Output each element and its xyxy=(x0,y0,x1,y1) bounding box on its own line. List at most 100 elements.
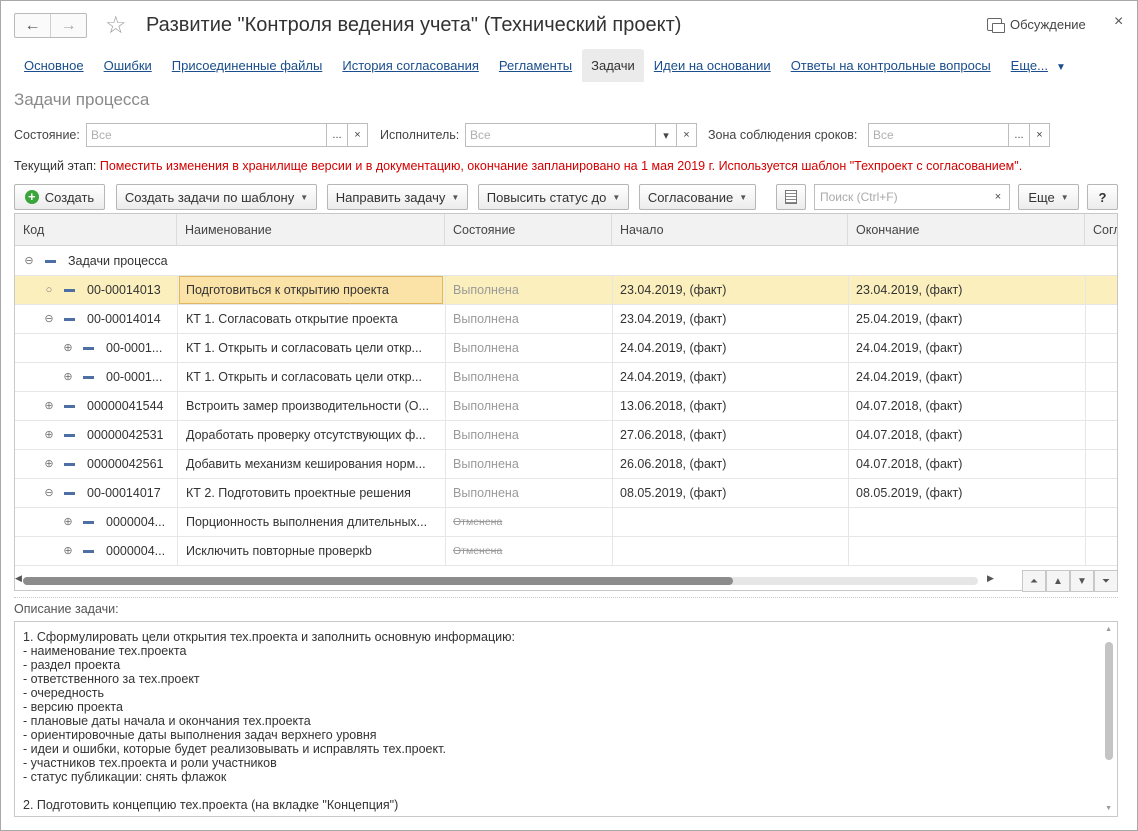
column-header-end[interactable]: Окончание xyxy=(848,214,1085,246)
task-status: Выполнена xyxy=(453,428,519,442)
expand-icon[interactable]: ⊕ xyxy=(43,421,55,449)
create-by-template-button[interactable]: Создать задачи по шаблону ▼ xyxy=(116,184,317,210)
more-button[interactable]: Еще ▼ xyxy=(1018,184,1079,210)
column-divider xyxy=(612,421,613,450)
state-filter-clear-icon[interactable]: × xyxy=(347,123,368,147)
move-last-icon[interactable]: ⏷ xyxy=(1094,570,1118,592)
horizontal-scrollbar[interactable] xyxy=(23,577,978,585)
executor-filter-dropdown-icon[interactable]: ▾ xyxy=(656,123,677,147)
task-name[interactable]: КТ 1. Согласовать открытие проекта xyxy=(186,305,438,333)
task-name[interactable]: Подготовиться к открытию проекта xyxy=(179,276,443,304)
tab-ideas[interactable]: Идеи на основании xyxy=(644,49,781,82)
table-row[interactable]: ⊖ 00-00014017 КТ 2. Подготовить проектные … xyxy=(15,479,1117,508)
dropdown-arrow-icon: ▼ xyxy=(612,192,621,202)
deadline-zone-clear-icon[interactable]: × xyxy=(1029,123,1050,147)
tab-errors[interactable]: Ошибки xyxy=(94,49,162,82)
task-marker-icon xyxy=(83,550,94,553)
deadline-zone-select-button[interactable]: ... xyxy=(1009,123,1030,147)
list-icon xyxy=(785,190,797,204)
search-clear-icon[interactable]: × xyxy=(987,185,1009,209)
dropdown-arrow-icon: ▼ xyxy=(451,192,460,202)
tab-approval-history[interactable]: История согласования xyxy=(332,49,489,82)
tab-regulations[interactable]: Регламенты xyxy=(489,49,582,82)
table-row[interactable]: ⊕ 0000004... Порционность выполнения длите… xyxy=(15,508,1117,537)
task-name[interactable]: Порционность выполнения длительных... xyxy=(186,508,438,536)
tab-attached-files[interactable]: Присоединенные файлы xyxy=(162,49,333,82)
column-header-status[interactable]: Состояние xyxy=(445,214,612,246)
column-header-start[interactable]: Начало xyxy=(612,214,848,246)
collapse-icon[interactable]: ⊖ xyxy=(43,479,55,507)
expand-icon[interactable]: ⊕ xyxy=(43,392,55,420)
vertical-scroll-thumb[interactable] xyxy=(1105,642,1113,760)
table-row[interactable]: ⊕ 00000041544 Встроить замер производитель… xyxy=(15,392,1117,421)
table-row[interactable]: ⊕ 00-0001... КТ 1. Открыть и согласовать ц… xyxy=(15,334,1117,363)
expand-icon[interactable]: ⊕ xyxy=(62,508,74,536)
task-name[interactable]: КТ 2. Подготовить проектные решения xyxy=(186,479,438,507)
expand-icon[interactable]: ⊕ xyxy=(62,363,74,391)
table-row[interactable]: ⊖ 00-00014014 КТ 1. Согласовать открытие п… xyxy=(15,305,1117,334)
task-name[interactable]: Исключить повторные проверкb xyxy=(186,537,438,565)
task-name[interactable]: Доработать проверку отсутствующих ф... xyxy=(186,421,438,449)
horizontal-scroll-thumb[interactable] xyxy=(23,577,733,585)
move-first-icon[interactable]: ⏶ xyxy=(1022,570,1046,592)
collapse-icon[interactable]: ⊖ xyxy=(43,305,55,333)
task-start: 24.04.2019, (факт) xyxy=(620,341,727,355)
tab-more-label: Еще... xyxy=(1010,58,1048,73)
task-end: 25.04.2019, (факт) xyxy=(856,312,963,326)
tab-control-answers[interactable]: Ответы на контрольные вопросы xyxy=(781,49,1001,82)
table-row[interactable]: ⊕ 00000042531 Доработать проверку отсутств… xyxy=(15,421,1117,450)
column-header-name[interactable]: Наименование xyxy=(177,214,445,246)
forward-arrow-icon[interactable]: → xyxy=(50,14,86,37)
expand-icon[interactable]: ⊕ xyxy=(43,450,55,478)
task-name[interactable]: Добавить механизм кеширования норм... xyxy=(186,450,438,478)
expand-icon[interactable]: ⊕ xyxy=(62,537,74,565)
scroll-up-icon[interactable]: ▲ xyxy=(1105,626,1112,633)
tab-tasks[interactable]: Задачи xyxy=(582,49,644,82)
raise-status-button[interactable]: Повысить статус до ▼ xyxy=(478,184,629,210)
back-arrow-icon[interactable]: ← xyxy=(15,14,50,37)
task-marker-icon xyxy=(83,521,94,524)
deadline-zone-filter-input[interactable]: Все xyxy=(868,123,1009,147)
dropdown-arrow-icon: ▼ xyxy=(739,192,748,202)
task-name[interactable]: КТ 1. Открыть и согласовать цели откр... xyxy=(186,334,438,362)
state-filter-input[interactable]: Все xyxy=(86,123,327,147)
tab-main[interactable]: Основное xyxy=(14,49,94,82)
more-label: Еще xyxy=(1028,189,1055,205)
list-view-button[interactable] xyxy=(776,184,806,210)
table-row[interactable]: ⊕ 00-0001... КТ 1. Открыть и согласовать ц… xyxy=(15,363,1117,392)
send-task-button[interactable]: Направить задачу ▼ xyxy=(327,184,468,210)
create-button[interactable]: + Создать xyxy=(14,184,105,210)
task-name[interactable]: Встроить замер производительности (О... xyxy=(186,392,438,420)
discussion-button[interactable]: Обсуждение xyxy=(987,17,1086,33)
expand-icon[interactable]: ⊕ xyxy=(62,334,74,362)
table-row[interactable]: ⊕ 00000042561 Добавить механизм кешировани… xyxy=(15,450,1117,479)
column-header-code[interactable]: Код xyxy=(15,214,177,246)
close-icon[interactable]: × xyxy=(1114,13,1123,31)
leaf-circle-icon[interactable]: ○ xyxy=(43,276,55,304)
group-row[interactable]: ⊖ Задачи процесса xyxy=(15,247,1117,276)
scroll-left-icon[interactable]: ◀ xyxy=(15,573,22,584)
scroll-down-icon[interactable]: ▼ xyxy=(1105,805,1112,812)
description-field[interactable]: 1. Сформулировать цели открытия тех.прое… xyxy=(14,621,1118,817)
search-input[interactable]: Поиск (Ctrl+F) × xyxy=(814,184,1010,210)
favorite-star-icon[interactable]: ☆ xyxy=(105,11,127,41)
task-name[interactable]: КТ 1. Открыть и согласовать цели откр... xyxy=(186,363,438,391)
scroll-right-icon[interactable]: ▶ xyxy=(987,573,994,584)
collapse-icon[interactable]: ⊖ xyxy=(23,247,35,275)
column-divider xyxy=(848,392,849,421)
state-filter-select-button[interactable]: ... xyxy=(327,123,348,147)
task-code: 00-0001... xyxy=(106,370,163,384)
tasks-table[interactable]: Код Наименование Состояние Начало Оконча… xyxy=(14,213,1118,591)
executor-filter-input[interactable]: Все xyxy=(465,123,656,147)
table-row[interactable]: ⊕ 0000004... Исключить повторные проверкb О… xyxy=(15,537,1117,566)
column-header-approval[interactable]: Согл xyxy=(1085,214,1117,246)
dropdown-arrow-icon: ▼ xyxy=(1060,192,1069,202)
move-up-icon[interactable]: ▲ xyxy=(1046,570,1070,592)
tab-more[interactable]: Еще... ▼ xyxy=(1001,49,1076,82)
table-row[interactable]: ○ 00-00014013 Подготовиться к открытию про… xyxy=(15,276,1117,305)
approval-button[interactable]: Согласование ▼ xyxy=(639,184,756,210)
executor-filter-clear-icon[interactable]: × xyxy=(676,123,697,147)
move-down-icon[interactable]: ▼ xyxy=(1070,570,1094,592)
help-button[interactable]: ? xyxy=(1087,184,1118,210)
task-code: 00-00014013 xyxy=(87,283,161,297)
